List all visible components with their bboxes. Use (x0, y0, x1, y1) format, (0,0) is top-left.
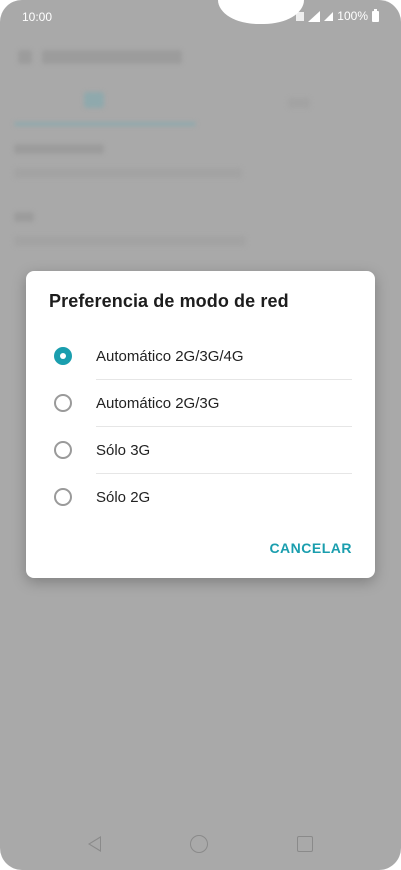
network-mode-options: Automático 2G/3G/4G Automático 2G/3G Sól… (26, 333, 375, 521)
sim-icon (296, 11, 305, 21)
radio-unselected-icon[interactable] (54, 488, 72, 506)
status-bar: 10:00 100% (0, 0, 401, 32)
radio-unselected-icon[interactable] (54, 441, 72, 459)
radio-unselected-icon[interactable] (54, 394, 72, 412)
background-item-title (14, 144, 104, 154)
battery-icon (372, 8, 379, 22)
battery-percent: 100% (337, 9, 368, 23)
radio-selected-icon[interactable] (54, 347, 72, 365)
background-back-arrow-icon (18, 50, 32, 64)
option-label: Automático 2G/3G (96, 395, 220, 412)
option-label: Sólo 2G (96, 489, 151, 506)
dialog-title: Preferencia de modo de red (49, 291, 289, 311)
recent-square-icon[interactable] (297, 836, 313, 852)
option-auto-2g-3g-4g[interactable]: Automático 2G/3G/4G (26, 333, 375, 380)
status-icons: 100% (296, 8, 379, 23)
option-2g-only[interactable]: Sólo 2G (26, 474, 375, 521)
signal-icon (308, 10, 321, 22)
signal-secondary-icon (324, 11, 334, 21)
option-label: Sólo 3G (96, 442, 151, 459)
screen: 10:00 100% Preferencia de modo de red Au… (0, 0, 401, 870)
navigation-bar (0, 826, 401, 866)
option-auto-2g-3g[interactable]: Automático 2G/3G (26, 380, 375, 427)
background-item-subtitle-2 (14, 236, 246, 246)
background-tab-icon-2 (288, 98, 310, 108)
back-triangle-icon[interactable] (88, 836, 101, 852)
option-3g-only[interactable]: Sólo 3G (26, 427, 375, 474)
background-title (42, 50, 182, 64)
background-item-subtitle (14, 168, 242, 178)
option-label: Automático 2G/3G/4G (96, 348, 244, 365)
network-mode-dialog: Preferencia de modo de red Automático 2G… (26, 271, 375, 578)
background-tab-indicator (14, 122, 196, 126)
background-tab-icon (84, 92, 104, 108)
background-item-title-2 (14, 212, 34, 222)
cancel-button[interactable]: CANCELAR (269, 540, 352, 556)
status-time: 10:00 (22, 10, 53, 24)
home-circle-icon[interactable] (190, 835, 208, 853)
